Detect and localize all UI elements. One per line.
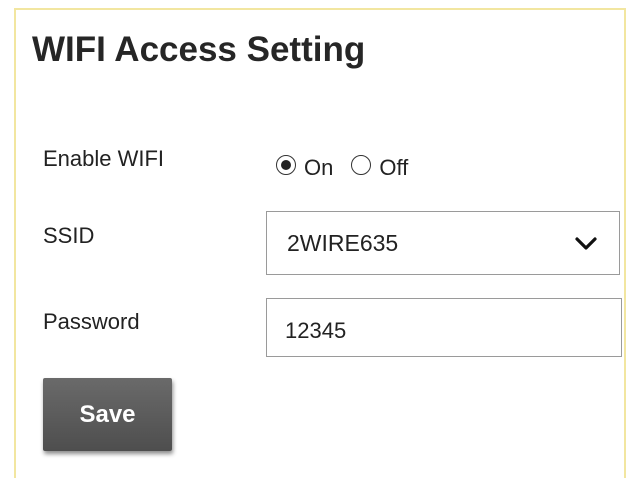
page-title: WIFI Access Setting bbox=[32, 30, 366, 69]
password-label: Password bbox=[43, 309, 140, 334]
radio-on-label: On bbox=[304, 155, 334, 180]
enable-wifi-label: Enable WIFI bbox=[43, 146, 165, 171]
password-field[interactable] bbox=[266, 298, 622, 357]
chevron-down-icon bbox=[575, 237, 597, 250]
ssid-select[interactable]: 2WIRE635 bbox=[266, 211, 620, 275]
radio-on-circle[interactable] bbox=[276, 155, 296, 175]
ssid-selected-value: 2WIRE635 bbox=[287, 230, 399, 256]
radio-on[interactable]: On bbox=[276, 149, 333, 181]
save-button[interactable]: Save bbox=[43, 378, 172, 451]
ssid-label: SSID bbox=[43, 223, 95, 248]
radio-off-label: Off bbox=[379, 155, 409, 180]
radio-off[interactable]: Off bbox=[351, 149, 408, 181]
enable-wifi-radio-group: On Off bbox=[276, 150, 408, 180]
radio-selected-dot bbox=[281, 160, 291, 170]
radio-off-circle[interactable] bbox=[351, 155, 372, 175]
